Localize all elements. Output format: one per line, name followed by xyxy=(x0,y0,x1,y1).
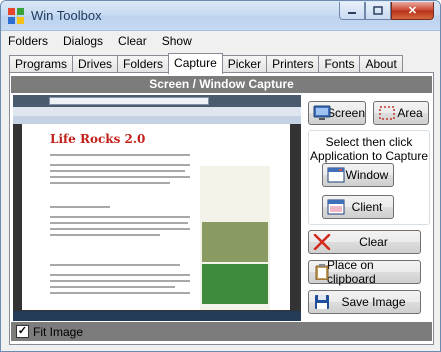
preview-text-line xyxy=(50,154,190,156)
tab-strip: Programs Drives Folders Capture Picker P… xyxy=(9,53,403,74)
area-button[interactable]: Area xyxy=(373,101,429,125)
menu-bar: Folders Dialogs Clear Show xyxy=(1,31,440,51)
tab-fonts[interactable]: Fonts xyxy=(318,55,361,73)
preview-ad-image xyxy=(202,264,268,304)
minimize-button[interactable] xyxy=(339,2,365,20)
clipboard-icon xyxy=(315,264,329,280)
clear-button[interactable]: Clear xyxy=(308,230,421,254)
preview-text-line xyxy=(50,274,190,276)
tab-picker[interactable]: Picker xyxy=(221,55,268,73)
tab-drives[interactable]: Drives xyxy=(72,55,119,73)
screen-button[interactable]: Screen xyxy=(308,101,366,125)
preview-text-line xyxy=(50,170,185,172)
capture-preview[interactable]: Life Rocks 2.0 xyxy=(13,95,301,321)
menu-dialogs[interactable]: Dialogs xyxy=(56,31,111,51)
preview-text-line xyxy=(50,164,190,166)
menu-clear[interactable]: Clear xyxy=(111,31,155,51)
close-icon: ✕ xyxy=(407,5,418,17)
close-button[interactable]: ✕ xyxy=(391,2,434,20)
preview-text-line xyxy=(50,222,188,224)
preview-site-logo: Life Rocks 2.0 xyxy=(50,132,146,146)
fit-image-checkbox[interactable]: ✓ xyxy=(16,325,29,338)
preview-browser-titlebar xyxy=(13,95,301,107)
maximize-icon xyxy=(373,6,383,15)
options-bar: ✓ Fit Image xyxy=(11,322,432,341)
client-area-icon xyxy=(327,199,345,215)
window-icon xyxy=(327,167,345,183)
preview-text-line xyxy=(50,182,170,184)
checkmark-icon: ✓ xyxy=(17,325,28,337)
toolbox-app-icon xyxy=(8,8,24,24)
capture-tab-panel: Screen / Window Capture Life Rocks 2.0 S… xyxy=(9,72,434,345)
tab-about[interactable]: About xyxy=(359,55,403,73)
tab-capture[interactable]: Capture xyxy=(168,53,223,74)
preview-text-line xyxy=(50,176,190,178)
floppy-save-icon xyxy=(315,295,329,309)
preview-text-line xyxy=(50,228,190,230)
preview-text-line xyxy=(50,216,190,218)
preview-text-line xyxy=(50,280,190,282)
group-instructions: Select then click Application to Capture xyxy=(309,135,429,163)
window-title: Win Toolbox xyxy=(31,8,102,23)
menu-folders[interactable]: Folders xyxy=(1,31,56,51)
menu-show[interactable]: Show xyxy=(155,31,200,51)
panel-header: Screen / Window Capture xyxy=(11,76,432,93)
area-select-icon xyxy=(379,106,395,120)
preview-taskbar xyxy=(13,311,301,321)
minimize-icon xyxy=(348,11,356,14)
window-button[interactable]: Window xyxy=(322,163,394,187)
title-bar[interactable]: Win Toolbox ✕ xyxy=(1,1,440,31)
save-image-button[interactable]: Save Image xyxy=(308,290,421,314)
tab-programs[interactable]: Programs xyxy=(9,55,74,73)
tab-printers[interactable]: Printers xyxy=(266,55,320,73)
preview-ad-image xyxy=(202,222,268,262)
preview-text-line xyxy=(50,264,180,266)
clipboard-button[interactable]: Place on clipboard xyxy=(308,258,421,286)
screen-icon xyxy=(313,105,331,120)
preview-browser-toolbar xyxy=(13,107,301,116)
preview-text-line xyxy=(50,286,175,288)
preview-text-line xyxy=(50,292,190,294)
clear-x-icon xyxy=(313,234,331,250)
maximize-button[interactable] xyxy=(365,2,391,20)
client-button[interactable]: Client xyxy=(322,195,394,219)
preview-web-page: Life Rocks 2.0 xyxy=(22,124,290,310)
tab-folders[interactable]: Folders xyxy=(117,55,170,73)
preview-bookmarks-bar xyxy=(13,116,301,124)
preview-text-line xyxy=(50,234,160,236)
fit-image-label[interactable]: Fit Image xyxy=(33,325,83,339)
app-window: Win Toolbox ✕ Folders Dialogs Clear Show… xyxy=(0,0,441,352)
preview-address-bar xyxy=(49,97,209,105)
preview-text-line xyxy=(50,206,110,208)
